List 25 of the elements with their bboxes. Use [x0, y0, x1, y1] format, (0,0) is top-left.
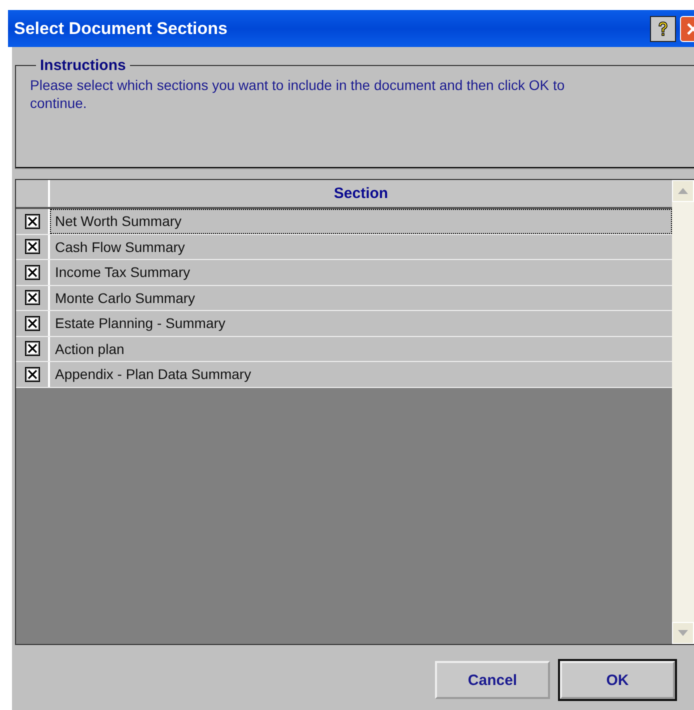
- up-arrow-icon: [678, 188, 688, 194]
- section-cell[interactable]: Monte Carlo Summary: [50, 286, 672, 310]
- section-cell[interactable]: Appendix - Plan Data Summary: [50, 362, 672, 386]
- instructions-text: Please select which sections you want to include in the document and then click OK to continue.: [30, 76, 566, 112]
- checkbox[interactable]: [24, 316, 40, 331]
- section-cell[interactable]: Income Tax Summary: [50, 260, 672, 284]
- checkbox[interactable]: [24, 341, 40, 356]
- checkbox[interactable]: [24, 239, 40, 254]
- checkbox[interactable]: [24, 290, 40, 306]
- down-arrow-icon: [678, 630, 688, 636]
- section-cell[interactable]: Estate Planning - Summary: [50, 311, 672, 336]
- window-title: Select Document Sections: [14, 18, 229, 38]
- section-cell[interactable]: Net Worth Summary: [50, 209, 672, 234]
- checkbox[interactable]: [24, 366, 40, 382]
- checkbox[interactable]: [24, 264, 40, 280]
- header-cell: [16, 180, 50, 207]
- section-cell[interactable]: Action plan: [50, 336, 672, 361]
- group-legend: Instructions: [36, 57, 130, 74]
- column-header[interactable]: Section: [50, 180, 672, 207]
- question-mark-icon: [657, 20, 669, 36]
- dialog-button[interactable]: Cancel: [435, 661, 550, 699]
- section-cell[interactable]: Cash Flow Summary: [50, 234, 672, 259]
- dialog-button[interactable]: OK: [560, 661, 675, 699]
- checkbox[interactable]: [24, 214, 40, 229]
- help-button[interactable]: [650, 16, 676, 42]
